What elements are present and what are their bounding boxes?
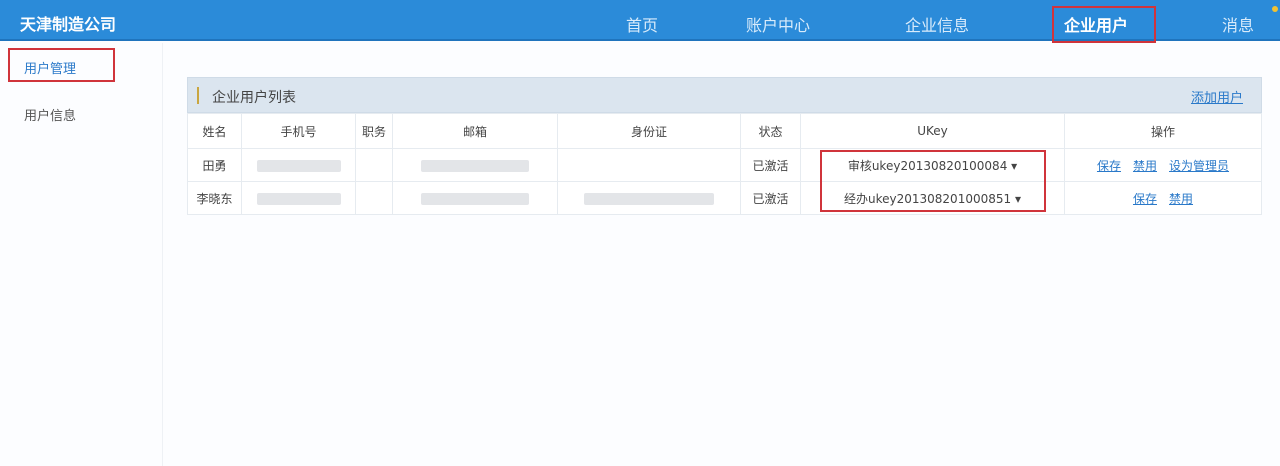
redacted xyxy=(421,159,529,172)
col-title: 职务 xyxy=(355,113,393,149)
col-actions: 操作 xyxy=(1064,113,1262,149)
cell-id xyxy=(557,181,741,215)
nav-company-info[interactable]: 企业信息 xyxy=(905,12,969,36)
cell-status: 已激活 xyxy=(740,181,801,215)
add-user-link[interactable]: 添加用户 xyxy=(1191,87,1243,106)
cell-email xyxy=(392,148,558,182)
cell-phone xyxy=(241,148,356,182)
nav-home[interactable]: 首页 xyxy=(626,12,658,36)
set-admin-link[interactable]: 设为管理员 xyxy=(1169,159,1229,173)
cell-email xyxy=(392,181,558,215)
table-header: 姓名 手机号 职务 邮箱 身份证 状态 UKey 操作 xyxy=(187,113,1262,149)
save-link[interactable]: 保存 xyxy=(1097,159,1121,173)
redacted xyxy=(584,192,714,205)
save-link[interactable]: 保存 xyxy=(1133,192,1157,206)
company-logo: 天津制造公司 xyxy=(20,15,117,34)
cell-title xyxy=(355,148,393,182)
table-row: 李晓东 已激活 经办ukey201308201000851 ▾ 保存 禁用 xyxy=(187,181,1262,215)
disable-link[interactable]: 禁用 xyxy=(1133,159,1157,173)
col-id: 身份证 xyxy=(557,113,741,149)
cell-status: 已激活 xyxy=(740,148,801,182)
cell-phone xyxy=(241,181,356,215)
user-list-panel: 企业用户列表 添加用户 姓名 手机号 职务 邮箱 身份证 状态 UKey 操作 … xyxy=(187,77,1262,215)
col-email: 邮箱 xyxy=(392,113,558,149)
cell-title xyxy=(355,181,393,215)
col-ukey: UKey xyxy=(800,113,1065,149)
redacted xyxy=(421,192,529,205)
col-name: 姓名 xyxy=(187,113,242,149)
title-accent xyxy=(197,87,199,104)
sidebar-item-user-info[interactable]: 用户信息 xyxy=(24,105,76,124)
panel-title: 企业用户列表 xyxy=(212,90,296,106)
nav-account-center[interactable]: 账户中心 xyxy=(746,12,810,36)
col-status: 状态 xyxy=(740,113,801,149)
panel-title-bar: 企业用户列表 添加用户 xyxy=(187,77,1262,113)
highlight-box-sidebar xyxy=(8,48,115,82)
disable-link[interactable]: 禁用 xyxy=(1169,192,1193,206)
cell-name: 李晓东 xyxy=(187,181,242,215)
highlight-box-ukey xyxy=(820,150,1046,212)
redacted xyxy=(256,192,341,205)
redacted xyxy=(256,159,341,172)
table-row: 田勇 已激活 审核ukey20130820100084 ▾ 保存 禁用 设为管理员 xyxy=(187,148,1262,182)
nav-messages[interactable]: 消息 xyxy=(1222,12,1254,36)
cell-actions: 保存 禁用 xyxy=(1064,181,1262,215)
highlight-box-nav xyxy=(1052,6,1156,43)
col-phone: 手机号 xyxy=(241,113,356,149)
notification-dot xyxy=(1272,6,1278,12)
users-table: 姓名 手机号 职务 邮箱 身份证 状态 UKey 操作 田勇 已激活 审核uke… xyxy=(187,113,1262,215)
cell-actions: 保存 禁用 设为管理员 xyxy=(1064,148,1262,182)
cell-id xyxy=(557,148,741,182)
cell-name: 田勇 xyxy=(187,148,242,182)
